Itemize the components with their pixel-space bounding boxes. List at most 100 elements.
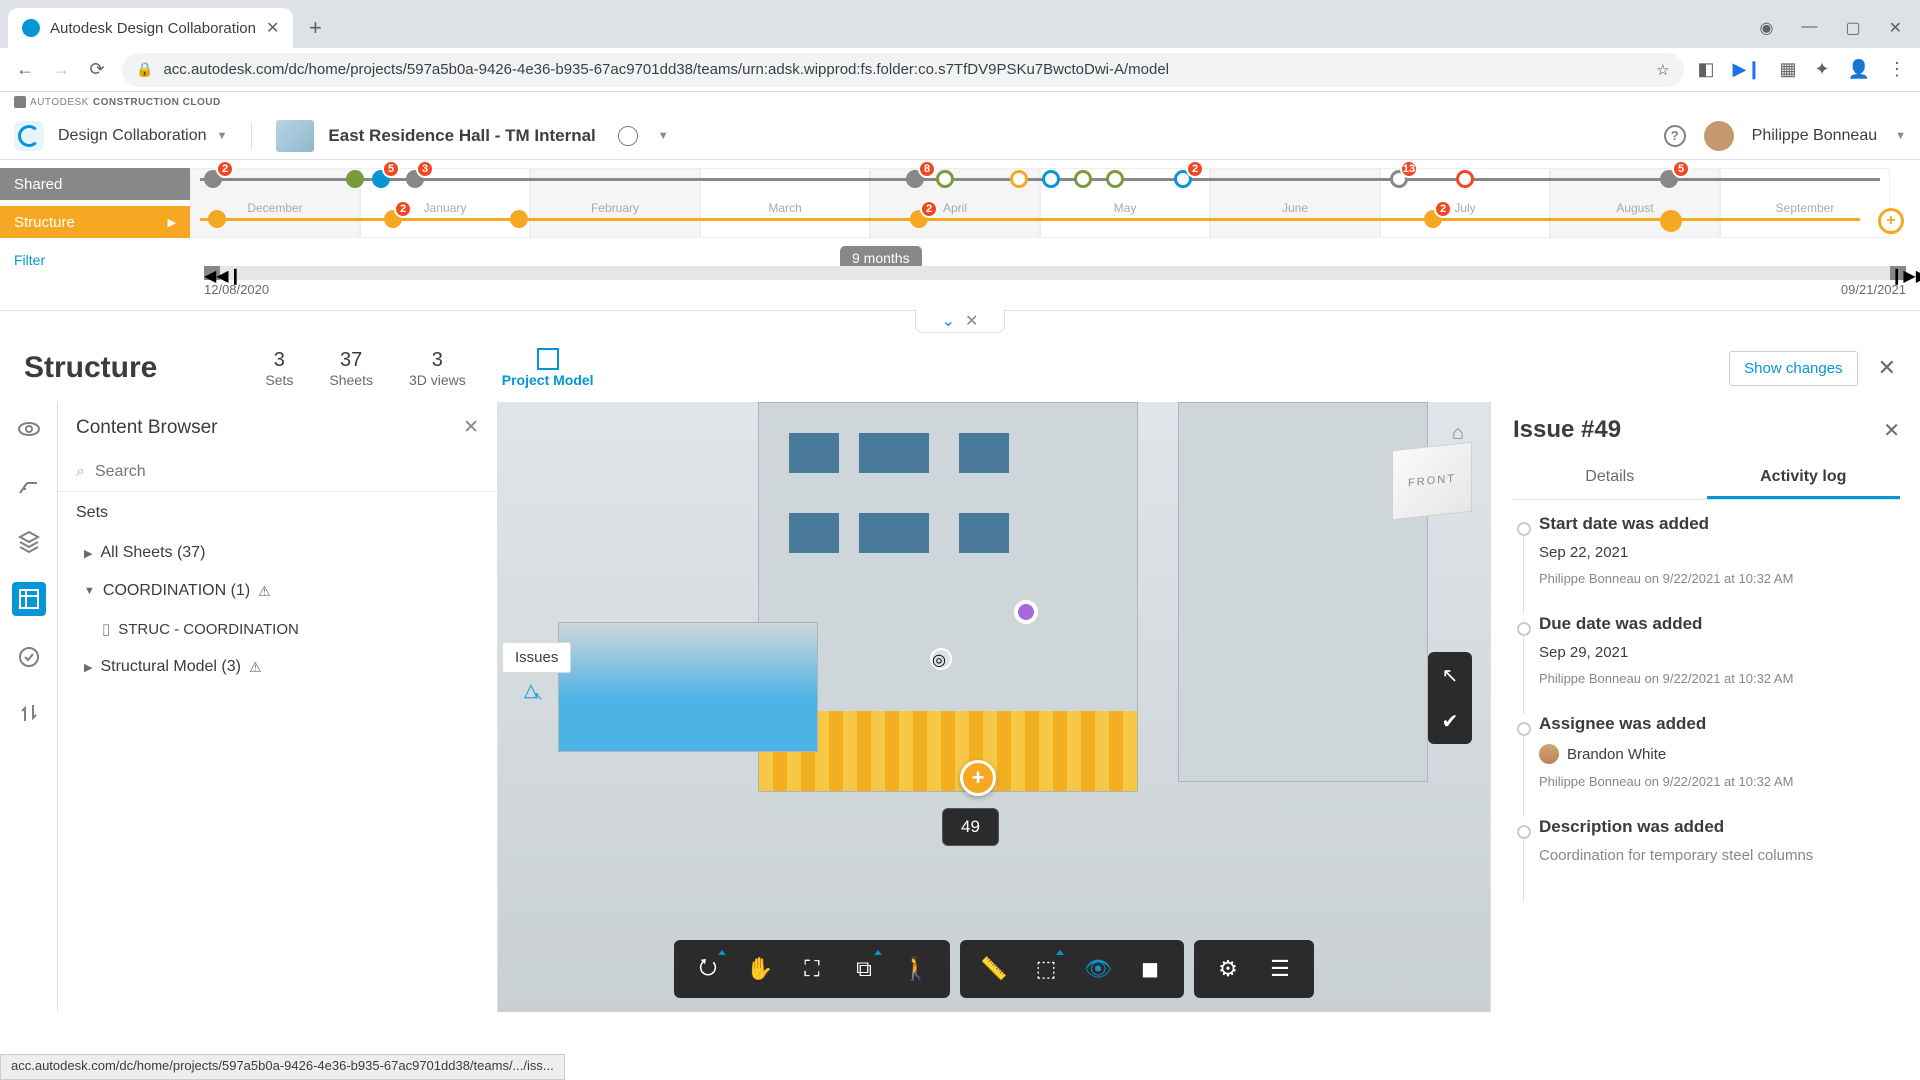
camera-marker-icon[interactable]: ◎ <box>930 648 952 670</box>
scroll-handle-right[interactable]: ❙▶▶ <box>1890 266 1906 280</box>
record-icon[interactable]: ◉ <box>1760 18 1774 38</box>
lane-shared[interactable]: Shared <box>0 168 190 200</box>
pkg-dot[interactable] <box>510 210 528 228</box>
model-viewer[interactable]: Issues △↖ ◎ + 49 ⌂ FRONT ↖ ✔ ⭮ ✋ ⛶ ⧉ 🚶 📏… <box>498 402 1490 1012</box>
orbit-tool-icon[interactable]: ⭮ <box>682 948 734 990</box>
badge: 2 <box>394 200 412 218</box>
pkg-dot[interactable] <box>1106 170 1124 188</box>
issues-tooltip: Issues <box>502 642 571 673</box>
levels-icon[interactable] <box>14 470 44 500</box>
minimize-icon[interactable]: — <box>1801 18 1817 38</box>
browser-tab-active[interactable]: Autodesk Design Collaboration ✕ <box>8 8 293 48</box>
chevron-down-icon[interactable]: ▼ <box>658 130 669 142</box>
visibility-icon[interactable] <box>14 414 44 444</box>
home-icon[interactable]: ⌂ <box>1452 422 1464 445</box>
stat-3dviews[interactable]: 33D views <box>409 349 466 388</box>
bookmark-star-icon[interactable]: ☆ <box>1656 61 1669 79</box>
caret-right-icon: ▶ <box>84 547 92 560</box>
viewcube[interactable]: FRONT <box>1392 442 1472 520</box>
reload-icon[interactable]: ⟳ <box>86 59 108 81</box>
collapser-tab[interactable]: ⌄ ✕ <box>915 309 1005 333</box>
help-icon[interactable]: ? <box>1664 125 1686 147</box>
close-section-icon[interactable]: ✕ <box>1878 355 1896 381</box>
pkg-dot[interactable] <box>1074 170 1092 188</box>
ok-tool-icon[interactable]: ✔ <box>1428 698 1472 744</box>
close-icon[interactable]: ✕ <box>1883 418 1900 443</box>
pkg-dot[interactable] <box>208 210 226 228</box>
brand-pre: AUTODESK <box>30 97 89 108</box>
pkg-dot[interactable] <box>1456 170 1474 188</box>
chevron-down-icon[interactable]: ▼ <box>1895 130 1906 142</box>
cursor-tool-icon[interactable]: ↖ <box>1428 652 1472 698</box>
pkg-dot[interactable] <box>1042 170 1060 188</box>
explode-tool-icon[interactable]: ⬚ <box>1020 948 1072 990</box>
project-thumbnail[interactable] <box>276 120 314 152</box>
browser-tabstrip: Autodesk Design Collaboration ✕ + ◉ — ▢ … <box>0 0 1920 48</box>
chevron-down-icon: ⌄ <box>942 311 955 331</box>
badge: 5 <box>1672 160 1690 178</box>
user-avatar[interactable] <box>1704 121 1734 151</box>
issue-triangle-icon[interactable]: △↖ <box>524 680 547 701</box>
maximize-icon[interactable]: ▢ <box>1845 18 1860 38</box>
tab-details[interactable]: Details <box>1513 458 1707 499</box>
menu-icon[interactable]: ⋮ <box>1888 59 1906 80</box>
tab-activity-log[interactable]: Activity log <box>1707 458 1901 499</box>
stat-project-model[interactable]: Project Model <box>502 348 594 388</box>
extensions-icon[interactable]: ✦ <box>1814 59 1829 80</box>
address-bar[interactable]: 🔒 acc.autodesk.com/dc/home/projects/597a… <box>122 53 1684 87</box>
close-icon[interactable]: ✕ <box>463 416 479 439</box>
pkg-dot-current[interactable] <box>1660 210 1682 232</box>
search-input[interactable] <box>95 463 479 481</box>
pkg-dot[interactable] <box>1010 170 1028 188</box>
module-logo-icon[interactable] <box>14 121 44 151</box>
close-window-icon[interactable]: ✕ <box>1889 18 1902 38</box>
tree-row-allsheets[interactable]: ▶All Sheets (37) <box>66 534 489 572</box>
caret-right-icon: ▶ <box>84 661 92 674</box>
zoom-tool-icon[interactable]: ⛶ <box>786 948 838 990</box>
timeline-end-date: 09/21/2021 <box>1841 282 1906 297</box>
tree-row-structural-model[interactable]: ▶Structural Model (3)⚠ <box>66 648 489 686</box>
tab-close-icon[interactable]: ✕ <box>266 18 279 38</box>
cube-tool-icon[interactable]: ◼ <box>1124 948 1176 990</box>
tree-row-struc-coord[interactable]: ▯STRUC - COORDINATION <box>66 610 489 648</box>
timeline-filter[interactable]: Filter <box>0 244 190 276</box>
play-icon: ▶ <box>168 216 176 229</box>
issue-add-marker[interactable]: + <box>960 760 996 796</box>
pkg-dot[interactable] <box>346 170 364 188</box>
pkg-dot[interactable] <box>936 170 954 188</box>
activity-meta: Philippe Bonneau on 9/22/2021 at 10:32 A… <box>1539 671 1900 686</box>
issue-number-chip[interactable]: 49 <box>942 808 999 846</box>
ext-icon[interactable]: ◧ <box>1698 59 1715 80</box>
profile-icon[interactable]: 👤 <box>1848 59 1870 80</box>
ext-icon[interactable]: ▶❙ <box>1733 59 1762 80</box>
activity-value: Sep 29, 2021 <box>1539 644 1900 661</box>
settings-tool-icon[interactable]: ⚙ <box>1202 948 1254 990</box>
scroll-handle-left[interactable]: ◀◀❙ <box>204 266 220 280</box>
check-icon[interactable] <box>14 642 44 672</box>
model-browser-icon[interactable] <box>12 582 46 616</box>
globe-icon[interactable] <box>618 126 638 146</box>
show-changes-button[interactable]: Show changes <box>1729 351 1857 386</box>
pan-tool-icon[interactable]: ✋ <box>734 948 786 990</box>
add-package-button[interactable]: + <box>1878 208 1904 234</box>
compare-icon[interactable] <box>14 698 44 728</box>
stat-sheets[interactable]: 37Sheets <box>329 349 373 388</box>
lane-structure[interactable]: Structure▶ <box>0 206 190 238</box>
issue-marker[interactable] <box>1014 600 1038 624</box>
cb-search[interactable]: ⌕ <box>58 453 497 492</box>
stat-sets[interactable]: 3Sets <box>265 349 293 388</box>
new-tab-button[interactable]: + <box>299 12 331 44</box>
browser-toolbar: ← → ⟳ 🔒 acc.autodesk.com/dc/home/project… <box>0 48 1920 92</box>
section-tool-icon[interactable]: ⧉ <box>838 948 890 990</box>
ghost-tool-icon[interactable]: 👁 <box>1072 948 1124 990</box>
module-switcher[interactable]: Design Collaboration ▼ <box>58 127 227 145</box>
tree-row-coordination[interactable]: ▼COORDINATION (1)⚠ <box>66 572 489 610</box>
timeline-scrollbar[interactable]: ◀◀❙ ❙▶▶ <box>204 266 1906 280</box>
nav-fwd-icon[interactable]: → <box>50 59 72 81</box>
nav-back-icon[interactable]: ← <box>14 59 36 81</box>
measure-tool-icon[interactable]: 📏 <box>968 948 1020 990</box>
properties-tool-icon[interactable]: ☰ <box>1254 948 1306 990</box>
ext-icon[interactable]: ▦ <box>1779 59 1796 80</box>
layers-icon[interactable] <box>14 526 44 556</box>
walk-tool-icon[interactable]: 🚶 <box>890 948 942 990</box>
